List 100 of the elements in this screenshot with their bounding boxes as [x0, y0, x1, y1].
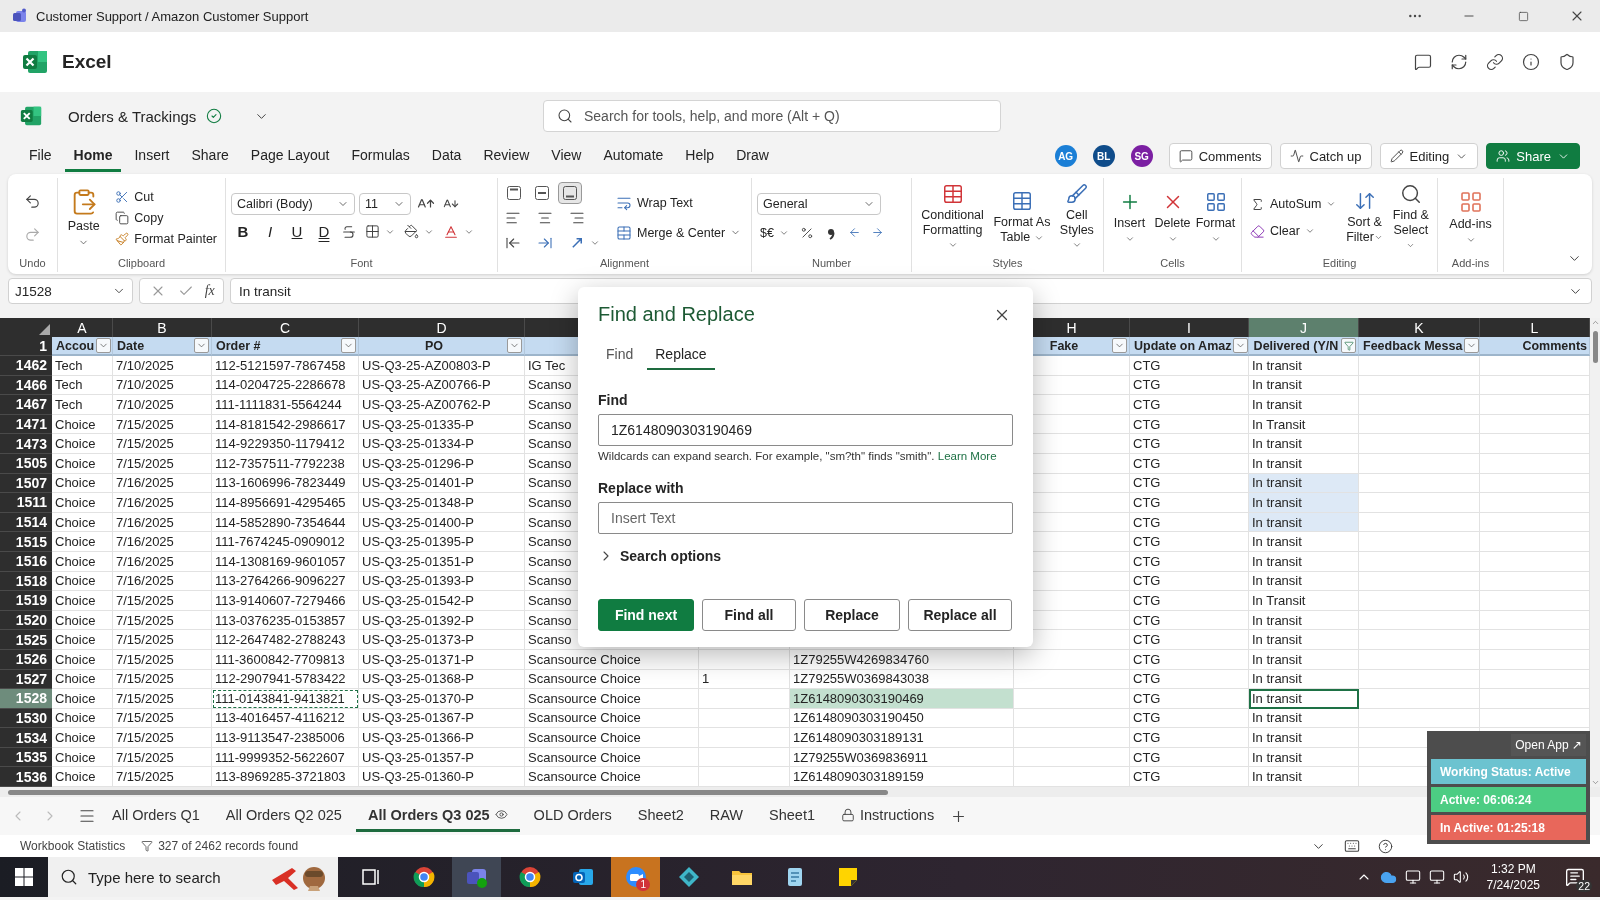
search-field[interactable]: Search for tools, help, and more (Alt + Q): [543, 100, 1001, 132]
header-button[interactable]: Share: [1486, 143, 1580, 169]
column-letter[interactable]: L: [1480, 318, 1590, 337]
column-letter[interactable]: C: [212, 318, 359, 337]
cut-button[interactable]: Cut: [112, 187, 157, 206]
column-letter[interactable]: A: [52, 318, 113, 337]
row-header[interactable]: 1514: [0, 512, 52, 533]
find-field[interactable]: 1Z6148090303190469: [598, 414, 1013, 446]
row-header[interactable]: 1536: [0, 767, 52, 787]
sort-filter-button[interactable]: Sort & Filter: [1343, 190, 1386, 245]
user-avatar[interactable]: BL: [1092, 145, 1115, 167]
menu-tab[interactable]: Page Layout: [241, 140, 339, 172]
add-ins-button[interactable]: Add-ins: [1446, 190, 1495, 245]
user-avatar[interactable]: AG: [1054, 145, 1077, 167]
paste-button[interactable]: Paste: [63, 187, 105, 248]
sheet-tab[interactable]: Sheet1: [757, 800, 827, 832]
row-header[interactable]: 1505: [0, 453, 52, 474]
wrap-text-button[interactable]: Wrap Text: [613, 192, 696, 213]
conditional-formatting-button[interactable]: Conditional Formatting: [917, 182, 989, 253]
column-letter[interactable]: K: [1359, 318, 1480, 337]
clear-button[interactable]: Clear: [1247, 221, 1318, 241]
column-letter[interactable]: J: [1249, 318, 1359, 337]
document-title[interactable]: Orders & Trackings: [68, 107, 197, 125]
sheet-tab[interactable]: RAW: [697, 800, 756, 832]
menu-tab[interactable]: File: [20, 140, 61, 172]
taskbar-search-field[interactable]: Type here to search: [48, 857, 338, 897]
row-header[interactable]: 1520: [0, 610, 52, 631]
clock-date[interactable]: 7/24/2025: [1486, 877, 1540, 893]
row-header[interactable]: 1507: [0, 473, 52, 494]
row-header[interactable]: 1528: [0, 689, 52, 709]
header-button[interactable]: Catch up: [1279, 143, 1372, 169]
number-format-field[interactable]: General: [757, 192, 881, 215]
sheet-tab[interactable]: Sheet2: [625, 800, 696, 832]
menu-tab[interactable]: Automate: [594, 140, 673, 172]
delete-button[interactable]: Delete: [1152, 191, 1193, 244]
replace-field[interactable]: Insert Text: [598, 502, 1013, 534]
row-header[interactable]: 1: [0, 337, 52, 356]
row-header[interactable]: 1466: [0, 375, 52, 396]
row-header[interactable]: 1471: [0, 414, 52, 435]
menu-tab[interactable]: Draw: [727, 140, 778, 172]
font-style-button[interactable]: B: [231, 220, 255, 243]
font-name-field[interactable]: Calibri (Body): [231, 192, 355, 215]
row-header[interactable]: 1462: [0, 356, 52, 376]
menu-tab[interactable]: Review: [474, 140, 539, 172]
insert-button[interactable]: Insert: [1109, 191, 1150, 244]
find-select-button[interactable]: Find & Select: [1389, 182, 1432, 253]
menu-tab[interactable]: Help: [676, 140, 724, 172]
insert-function-button[interactable]: fx: [204, 283, 215, 299]
notifications-button[interactable]: 22: [1558, 860, 1592, 894]
row-header[interactable]: 1518: [0, 571, 52, 592]
header-button[interactable]: Comments: [1168, 143, 1272, 169]
user-avatar[interactable]: SG: [1130, 145, 1153, 167]
row-header[interactable]: 1527: [0, 669, 52, 690]
row-header[interactable]: 1515: [0, 532, 52, 552]
format-button[interactable]: Format: [1195, 191, 1236, 244]
format-painter-button[interactable]: Format Painter: [112, 229, 220, 248]
sheet-tab[interactable]: All Orders Q2 025: [213, 800, 354, 832]
row-header[interactable]: 1525: [0, 630, 52, 650]
sheet-tab[interactable]: All Orders Q1: [100, 800, 212, 832]
menu-tab[interactable]: Insert: [125, 140, 179, 172]
row-header[interactable]: 1526: [0, 649, 52, 670]
menu-tab[interactable]: Share: [182, 140, 238, 172]
learn-more-link[interactable]: Learn More: [937, 450, 997, 462]
menu-tab[interactable]: Home: [64, 140, 122, 172]
clock-time[interactable]: 1:32 PM: [1490, 861, 1536, 877]
sheet-tab[interactable]: All Orders Q3 025: [355, 800, 520, 832]
row-header[interactable]: 1511: [0, 493, 52, 513]
dialog-tab[interactable]: Replace: [647, 340, 715, 370]
open-app-button[interactable]: Open App ↗: [1511, 734, 1586, 756]
search-options-toggle[interactable]: Search options: [598, 548, 1013, 564]
sheet-tab[interactable]: OLD Orders: [521, 800, 624, 832]
merge-center-button[interactable]: Merge & Center: [613, 222, 745, 243]
currency-button[interactable]: $€: [757, 223, 792, 242]
copy-button[interactable]: Copy: [112, 208, 167, 227]
header-button[interactable]: Editing: [1379, 143, 1479, 169]
row-header[interactable]: 1530: [0, 708, 52, 729]
dialog-button[interactable]: Replace all: [908, 599, 1012, 631]
font-style-button[interactable]: U: [285, 220, 309, 243]
row-header[interactable]: 1467: [0, 395, 52, 415]
dialog-button[interactable]: Find next: [598, 599, 694, 631]
column-letter[interactable]: D: [359, 318, 525, 337]
menu-tab[interactable]: View: [542, 140, 591, 172]
column-letter[interactable]: I: [1130, 318, 1249, 337]
menu-tab[interactable]: Data: [422, 140, 471, 172]
dialog-button[interactable]: Replace: [804, 599, 900, 631]
menu-tab[interactable]: Formulas: [342, 140, 419, 172]
name-box[interactable]: J1528: [8, 278, 133, 304]
row-header[interactable]: 1516: [0, 551, 52, 572]
taskbar-app[interactable]: 1: [611, 857, 660, 897]
row-header[interactable]: 1535: [0, 747, 52, 768]
sheet-tab[interactable]: Instructions: [829, 800, 947, 832]
autosum-button[interactable]: AutoSum: [1247, 194, 1340, 214]
font-style-button[interactable]: I: [258, 220, 282, 243]
row-header[interactable]: 1519: [0, 591, 52, 611]
row-header[interactable]: 1534: [0, 728, 52, 748]
font-style-button[interactable]: D: [312, 220, 336, 243]
format-as-table-button[interactable]: Format As Table: [992, 190, 1052, 245]
dialog-tab[interactable]: Find: [598, 340, 642, 370]
column-letter[interactable]: B: [113, 318, 212, 337]
row-header[interactable]: 1473: [0, 434, 52, 454]
